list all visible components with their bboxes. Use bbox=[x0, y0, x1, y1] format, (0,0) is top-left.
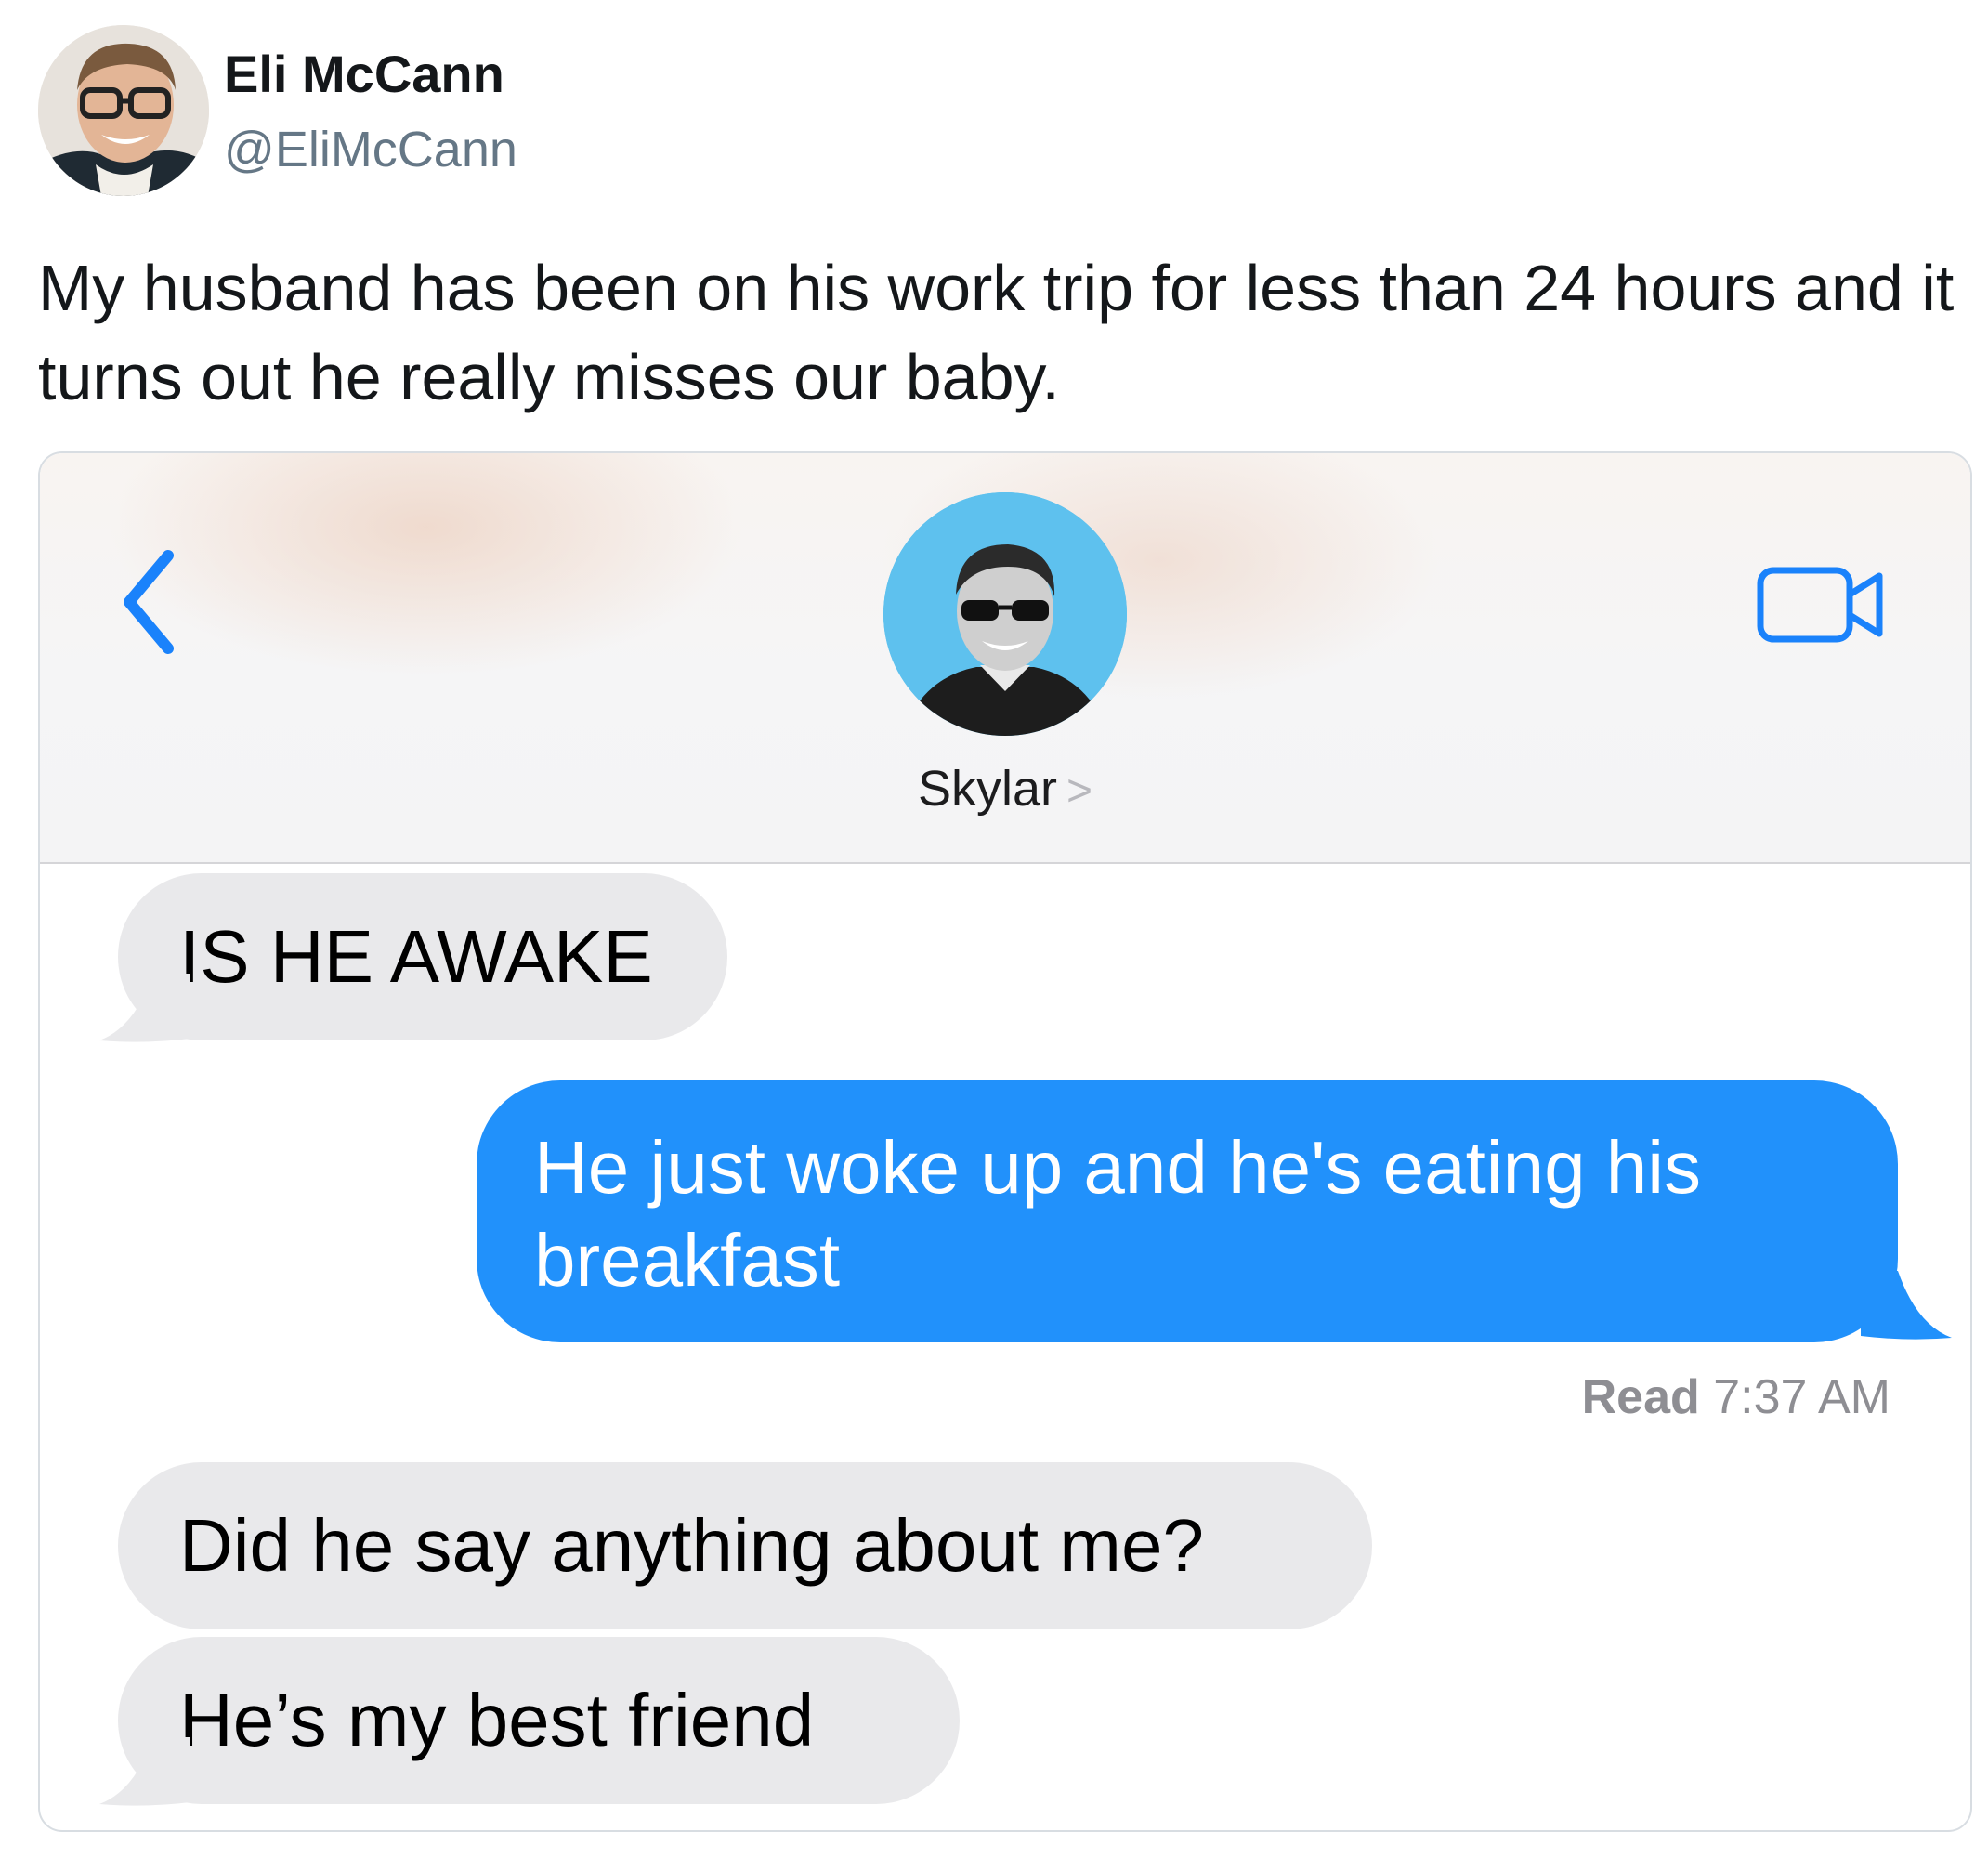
contact-avatar-image bbox=[883, 492, 1127, 736]
read-label: Read bbox=[1581, 1370, 1700, 1424]
message-bubble-sent[interactable]: He just woke up and he's eating his brea… bbox=[477, 1080, 1898, 1342]
video-call-button[interactable] bbox=[1757, 567, 1885, 643]
back-button[interactable] bbox=[114, 546, 189, 658]
read-time: 7:37 AM bbox=[1713, 1370, 1890, 1424]
message-text: He’s my best friend bbox=[179, 1679, 815, 1761]
contact-name-button[interactable]: Skylar > bbox=[40, 764, 1970, 814]
video-camera-icon bbox=[1757, 567, 1883, 643]
message-bubble-received[interactable]: IS HE AWAKE bbox=[118, 873, 727, 1040]
read-receipt: Read 7:37 AM bbox=[1582, 1373, 1890, 1421]
message-bubble-received[interactable]: He’s my best friend bbox=[118, 1637, 960, 1804]
chevron-left-icon bbox=[124, 550, 174, 654]
author-avatar[interactable] bbox=[38, 25, 209, 196]
author-name[interactable]: Eli McCann bbox=[224, 48, 504, 100]
message-bubble-received[interactable]: Did he say anything about me? bbox=[118, 1462, 1372, 1629]
message-text: He just woke up and he's eating his brea… bbox=[534, 1126, 1702, 1302]
author-handle[interactable]: @EliMcCann bbox=[224, 124, 517, 175]
bubble-tail bbox=[99, 1737, 190, 1806]
author-avatar-image bbox=[38, 25, 209, 196]
tweet-text: My husband has been on his work trip for… bbox=[38, 252, 1955, 413]
message-text: IS HE AWAKE bbox=[179, 915, 653, 998]
contact-name: Skylar bbox=[917, 761, 1057, 817]
bubble-tail bbox=[1861, 1271, 1952, 1340]
bubble-tail bbox=[99, 974, 190, 1042]
contact-avatar[interactable] bbox=[883, 492, 1127, 736]
conversation-header: Skylar > bbox=[40, 453, 1970, 864]
chevron-right-icon: > bbox=[1066, 766, 1093, 816]
message-screenshot-card: Skylar > IS HE AWAKE He just woke up and … bbox=[38, 451, 1972, 1832]
message-text: Did he say anything about me? bbox=[179, 1504, 1204, 1587]
